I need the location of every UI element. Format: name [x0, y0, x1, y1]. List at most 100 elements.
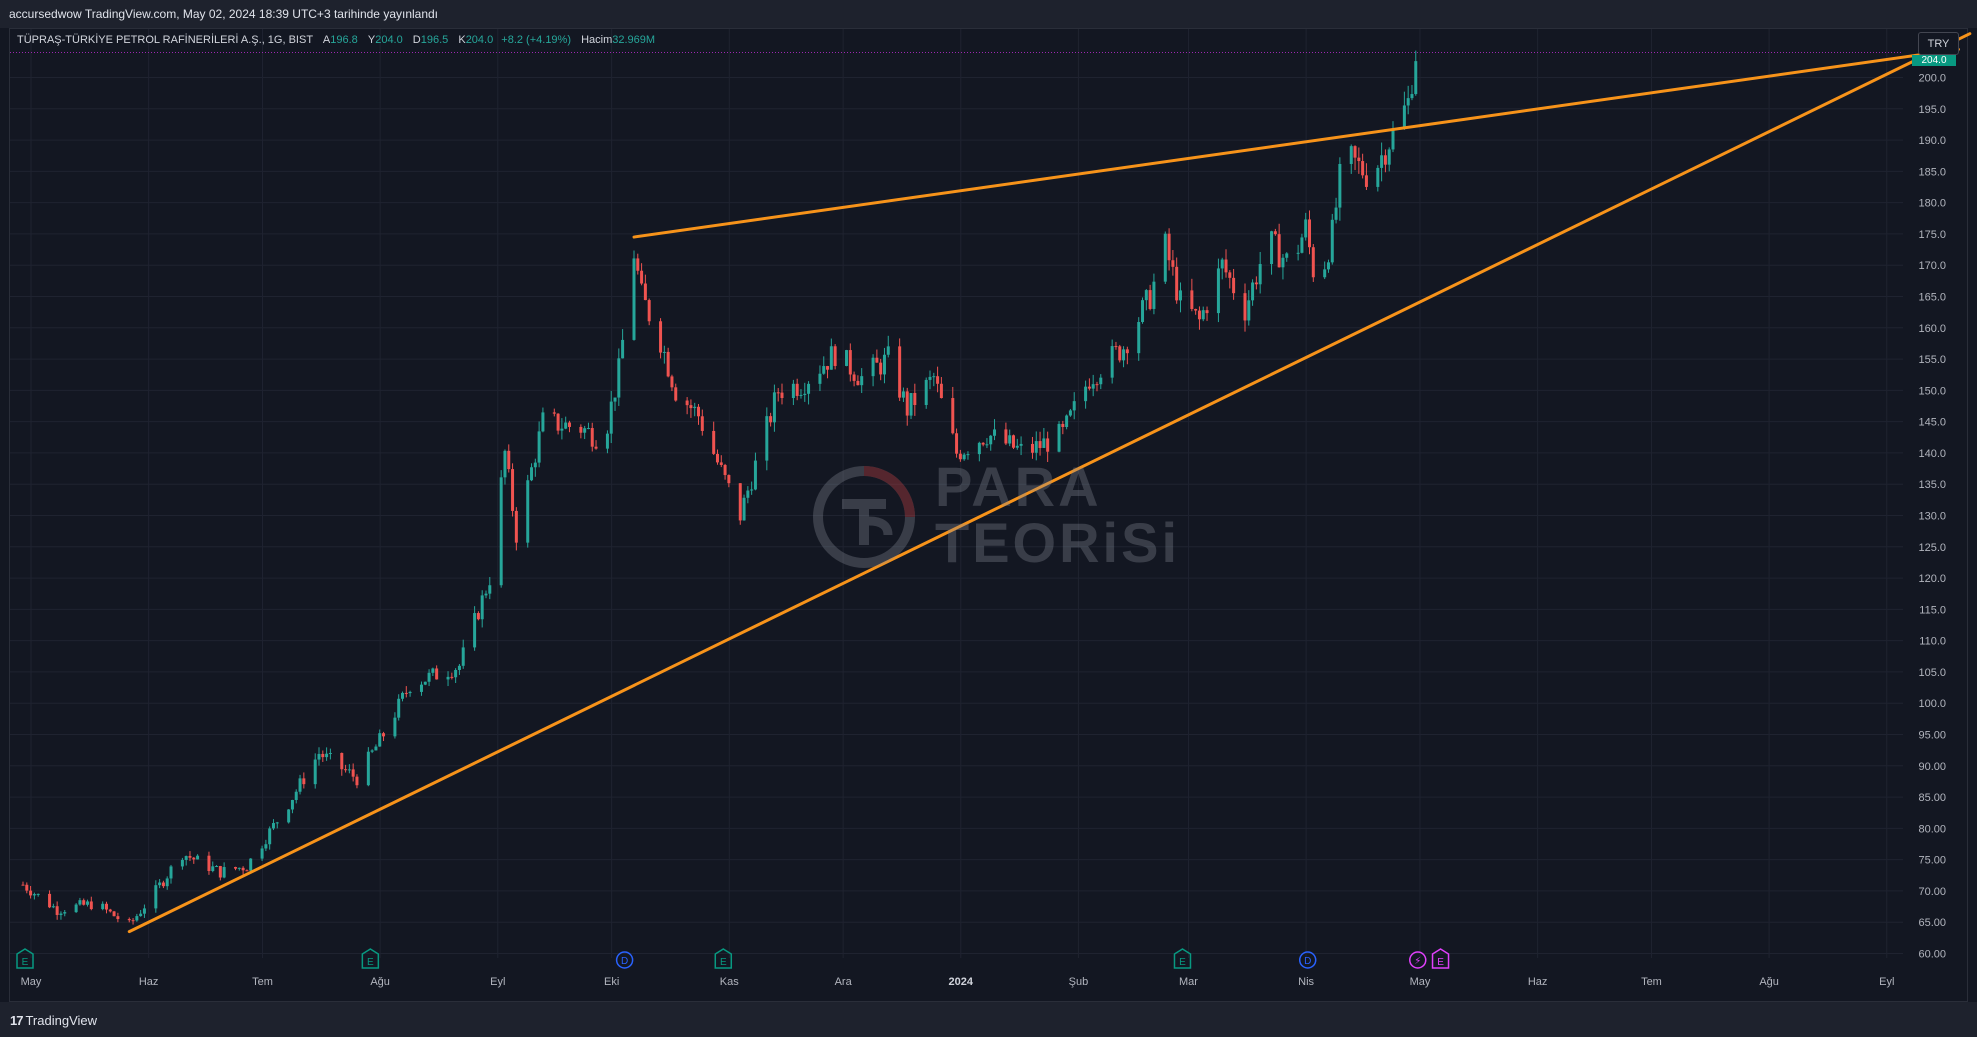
candle-body [822, 366, 826, 374]
candle-body [169, 866, 173, 879]
candle-body [1197, 310, 1201, 320]
y-tick-label: 155.0 [1918, 354, 1946, 366]
candle-body [1190, 290, 1194, 309]
candle-body [1152, 281, 1156, 309]
candle-body [401, 692, 404, 699]
candle-body [537, 431, 541, 463]
candle-body [108, 909, 112, 912]
candle-body [454, 669, 458, 678]
candle-body [666, 351, 670, 377]
y-tick-label: 65.00 [1918, 917, 1946, 929]
candle-body [340, 752, 344, 770]
candle-body [552, 412, 556, 414]
candle-body [507, 450, 511, 470]
y-tick-label: 130.0 [1918, 511, 1946, 523]
candle-body [1334, 207, 1338, 220]
candle-body [533, 462, 537, 468]
tradingview-logo[interactable]: 17 TradingView [10, 1013, 97, 1028]
x-tick-label: Eyl [490, 976, 505, 988]
y-tick-label: 135.0 [1918, 479, 1946, 491]
candle-body [1065, 415, 1069, 427]
event-markers: E E D E E D ⚡ E [16, 948, 1450, 969]
candle-body [275, 822, 279, 824]
candle-body [579, 426, 583, 433]
symbol-name[interactable]: TÜPRAŞ-TÜRKİYE PETROL RAFİNERİLERİ A.Ş.,… [17, 34, 313, 46]
candle-body [594, 446, 598, 449]
candle-body [1175, 266, 1179, 301]
candle-body [51, 906, 55, 908]
candle-body [727, 475, 731, 484]
candle-body [750, 489, 754, 491]
earnings-marker-label: E [1437, 957, 1444, 968]
candle-body [268, 828, 272, 845]
candle-body [36, 893, 40, 895]
candle-body [82, 900, 86, 905]
price-chart[interactable]: 60.00 65.00 70.00 75.00 80.00 85.00 90.00 95.00… [0, 0, 1977, 1002]
candle-body [530, 467, 534, 481]
candle-body [1144, 290, 1148, 301]
candle-body [1030, 443, 1034, 453]
y-tick-label: 145.0 [1918, 417, 1946, 429]
candle-body [901, 391, 905, 398]
candle-body [25, 884, 29, 891]
candle-body [1304, 219, 1308, 238]
candle-body [165, 878, 169, 887]
candle-body [382, 733, 386, 737]
candle-body [1008, 435, 1012, 444]
candle-body [473, 613, 477, 648]
candle-body [264, 844, 268, 849]
candle-body [271, 823, 275, 829]
currency-button[interactable]: TRY [1918, 32, 1959, 55]
candle-body [192, 857, 196, 860]
candle-body [1402, 105, 1406, 129]
y-tick-label: 120.0 [1918, 573, 1946, 585]
candle-body [196, 855, 200, 860]
candle-body [127, 919, 131, 921]
candle-body [989, 435, 993, 445]
candle-body [344, 769, 348, 771]
candle-body [958, 453, 962, 460]
candle-body [1243, 293, 1247, 321]
candle-body [1015, 445, 1019, 448]
candle-body [355, 776, 359, 786]
y-tick-label: 60.00 [1918, 949, 1946, 961]
candle-body [776, 392, 780, 394]
candle-body [1251, 282, 1255, 301]
volume-label: Hacim [581, 34, 613, 46]
candle-body [378, 733, 382, 747]
candle-body [845, 350, 849, 366]
candle-body [685, 400, 689, 406]
candle-body [791, 383, 795, 398]
y-tick-label: 105.0 [1918, 667, 1946, 679]
candle-body [936, 376, 940, 384]
candle-body [260, 848, 264, 859]
candle-body [882, 354, 886, 375]
y-tick-label: 110.0 [1919, 636, 1946, 648]
candle-body [1308, 219, 1312, 248]
symbol-legend: TÜPRAŞ-TÜRKİYE PETROL RAFİNERİLERİ A.Ş.,… [17, 34, 655, 46]
candle-body [1216, 268, 1220, 314]
candle-body [1270, 231, 1274, 265]
candle-body [1364, 175, 1368, 187]
candle-body [1383, 155, 1387, 165]
y-tick-label: 95.00 [1918, 730, 1946, 742]
candle-body [29, 890, 33, 896]
candle-body [613, 397, 617, 402]
candle-body [222, 867, 226, 878]
candle-body [351, 769, 355, 777]
candle-body [480, 595, 484, 620]
candle-body [860, 376, 864, 386]
y-tick-label: 85.00 [1918, 792, 1946, 804]
candle-body [1258, 264, 1262, 285]
candle-body [1163, 233, 1167, 282]
high-value: 204.0 [375, 34, 403, 46]
candle-body [1281, 257, 1285, 268]
close-label: K [458, 34, 466, 46]
candle-body [427, 672, 431, 682]
candle-body [347, 769, 351, 771]
candle-body [499, 477, 503, 586]
x-tick-label: 2024 [949, 976, 974, 988]
candle-body [609, 401, 613, 434]
candle-body [1004, 429, 1008, 444]
candle-body [1391, 128, 1395, 150]
